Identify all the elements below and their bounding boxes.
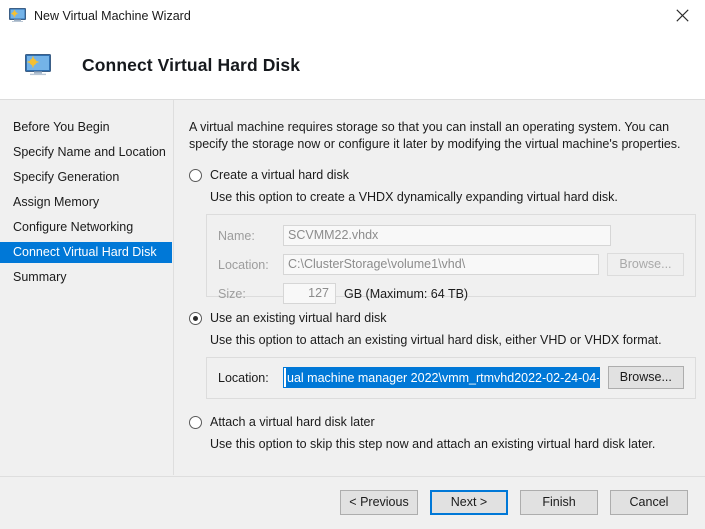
footer-bar: < Previous Next > Finish Cancel bbox=[0, 476, 705, 529]
sidebar-item-assign-memory[interactable]: Assign Memory bbox=[0, 192, 173, 213]
name-label: Name: bbox=[218, 228, 255, 243]
selected-text: ual machine manager 2022\vmm_rtmvhd2022-… bbox=[286, 368, 599, 387]
page-header: Connect Virtual Hard Disk bbox=[0, 31, 705, 100]
size-maximum-label: GB (Maximum: 64 TB) bbox=[344, 286, 469, 301]
close-icon[interactable] bbox=[659, 0, 705, 31]
existing-disk-fields-group: Location: ual machine manager 2022\vmm_r… bbox=[206, 357, 696, 399]
previous-button[interactable]: < Previous bbox=[340, 490, 418, 515]
next-button[interactable]: Next > bbox=[430, 490, 508, 515]
radio-button-unchecked-icon[interactable] bbox=[189, 169, 202, 182]
option-attach-virtual-hard-disk-later: Attach a virtual hard disk later Use thi… bbox=[189, 414, 687, 452]
cancel-button[interactable]: Cancel bbox=[610, 490, 688, 515]
virtual-machine-icon bbox=[9, 8, 26, 23]
field-row-location: Location: C:\ClusterStorage\volume1\vhd\… bbox=[218, 253, 684, 276]
sidebar-item-specify-name-and-location[interactable]: Specify Name and Location bbox=[0, 142, 173, 163]
radio-use-existing-virtual-hard-disk[interactable]: Use an existing virtual hard disk bbox=[189, 310, 687, 326]
name-input[interactable]: SCVMM22.vhdx bbox=[283, 225, 611, 246]
sidebar-item-configure-networking[interactable]: Configure Networking bbox=[0, 217, 173, 238]
existing-location-input[interactable]: ual machine manager 2022\vmm_rtmvhd2022-… bbox=[283, 367, 600, 388]
location-label: Location: bbox=[218, 257, 269, 272]
window-title: New Virtual Machine Wizard bbox=[34, 8, 191, 23]
radio-button-checked-icon[interactable] bbox=[189, 312, 202, 325]
option-description-existing: Use this option to attach an existing vi… bbox=[210, 333, 662, 347]
field-row-existing-location: Location: ual machine manager 2022\vmm_r… bbox=[218, 366, 684, 389]
intro-text: A virtual machine requires storage so th… bbox=[189, 120, 681, 151]
radio-create-virtual-hard-disk[interactable]: Create a virtual hard disk bbox=[189, 167, 687, 183]
radio-label-existing: Use an existing virtual hard disk bbox=[210, 311, 387, 325]
existing-location-label: Location: bbox=[218, 370, 269, 385]
sidebar-item-connect-virtual-hard-disk[interactable]: Connect Virtual Hard Disk bbox=[0, 242, 172, 263]
sidebar-item-summary[interactable]: Summary bbox=[0, 267, 173, 288]
field-row-size: Size: 127 GB (Maximum: 64 TB) bbox=[218, 283, 684, 304]
option-description-later: Use this option to skip this step now an… bbox=[210, 437, 656, 451]
finish-button[interactable]: Finish bbox=[520, 490, 598, 515]
sidebar-item-specify-generation[interactable]: Specify Generation bbox=[0, 167, 173, 188]
size-label: Size: bbox=[218, 286, 246, 301]
wizard-steps-sidebar: Before You Begin Specify Name and Locati… bbox=[0, 100, 174, 475]
content-pane: A virtual machine requires storage so th… bbox=[175, 100, 705, 475]
browse-button-existing[interactable]: Browse... bbox=[607, 366, 684, 389]
radio-label-create: Create a virtual hard disk bbox=[210, 168, 349, 182]
location-input[interactable]: C:\ClusterStorage\volume1\vhd\ bbox=[283, 254, 599, 275]
create-disk-fields-group: Name: SCVMM22.vhdx Location: C:\ClusterS… bbox=[206, 214, 696, 304]
radio-label-later: Attach a virtual hard disk later bbox=[210, 415, 375, 429]
page-title: Connect Virtual Hard Disk bbox=[82, 54, 301, 75]
title-bar: New Virtual Machine Wizard bbox=[0, 0, 705, 31]
field-row-name: Name: SCVMM22.vhdx bbox=[218, 225, 684, 246]
radio-attach-later[interactable]: Attach a virtual hard disk later bbox=[189, 414, 687, 430]
size-input[interactable]: 127 bbox=[283, 283, 336, 304]
option-description-create: Use this option to create a VHDX dynamic… bbox=[210, 190, 618, 204]
footer-button-group: < Previous Next > Finish Cancel bbox=[340, 490, 688, 515]
sidebar-item-before-you-begin[interactable]: Before You Begin bbox=[0, 117, 173, 138]
body-area: Before You Begin Specify Name and Locati… bbox=[0, 100, 705, 475]
option-use-existing-virtual-hard-disk: Use an existing virtual hard disk Use th… bbox=[189, 310, 696, 399]
virtual-machine-icon bbox=[24, 53, 52, 77]
browse-button-create[interactable]: Browse... bbox=[606, 253, 684, 276]
option-create-virtual-hard-disk: Create a virtual hard disk Use this opti… bbox=[189, 167, 696, 304]
radio-button-unchecked-icon[interactable] bbox=[189, 416, 202, 429]
new-virtual-machine-wizard-window: New Virtual Machine Wizard Connect Virtu… bbox=[0, 0, 705, 529]
